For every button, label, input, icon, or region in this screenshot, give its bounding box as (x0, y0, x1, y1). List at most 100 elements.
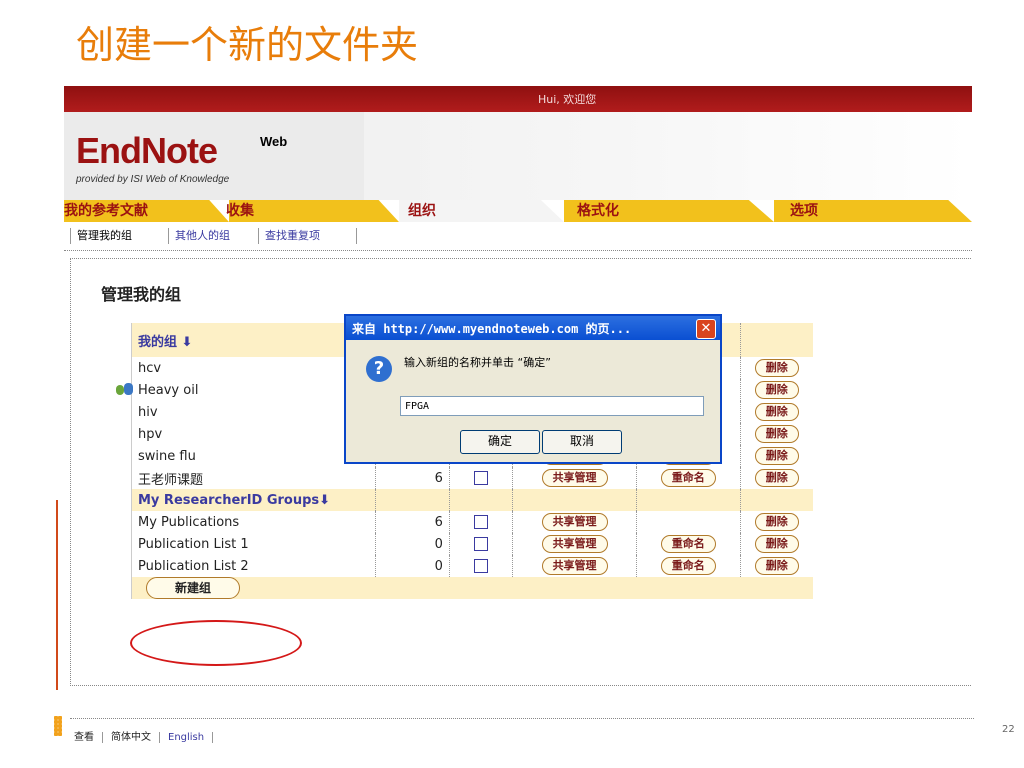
logo-ornament-icon (54, 716, 62, 736)
group-name: hpv (138, 426, 163, 442)
group-name-cell[interactable]: My Publications (130, 511, 376, 533)
new-group-button[interactable]: 新建组 (146, 577, 241, 599)
footer-lang-english[interactable]: English (159, 732, 213, 743)
delete-cell: 删除 (739, 445, 813, 467)
slide-title: 创建一个新的文件夹 (76, 23, 419, 67)
close-icon[interactable]: ✕ (696, 319, 716, 339)
subtabs: 管理我的组 其他人的组 查找重复项 (64, 222, 972, 251)
researcher-groups-body: My Publications 6 共享管理 删除 Publication List 1… (130, 511, 813, 577)
checkbox-cell (448, 511, 513, 533)
rename-cell: 重命名 (635, 555, 741, 577)
prompt-dialog: 来自 http://www.myendnoteweb.com 的页... ✕ ?… (344, 314, 722, 464)
delete-button[interactable]: 删除 (754, 535, 799, 553)
tab-format[interactable]: 格式化 (577, 200, 619, 222)
researcher-section-row: My ResearcherID Groups⬇ (130, 489, 813, 511)
footer: 查看 简体中文 English (70, 728, 230, 743)
main-tabs: 我的参考文献 收集 组织 格式化 选项 (64, 200, 972, 222)
share-manage-button[interactable]: 共享管理 (541, 557, 608, 575)
share-manage-button[interactable]: 共享管理 (541, 513, 608, 531)
delete-button[interactable]: 删除 (754, 513, 799, 531)
group-name-input[interactable] (400, 396, 704, 416)
delete-cell: 删除 (739, 533, 813, 555)
delete-button[interactable]: 删除 (754, 381, 799, 399)
rename-button[interactable]: 重命名 (660, 557, 716, 575)
delete-cell: 删除 (739, 511, 813, 533)
group-name: Publication List 1 (138, 536, 249, 552)
rename-button[interactable]: 重命名 (660, 535, 716, 553)
subtab-others-groups[interactable]: 其他人的组 (168, 228, 236, 244)
group-count: 6 (375, 511, 450, 533)
sort-arrow-icon: ⬇ (177, 334, 193, 350)
share-manage-button[interactable]: 共享管理 (541, 535, 608, 553)
logo-suffix: Web (260, 134, 288, 149)
dialog-titlebar[interactable]: 来自 http://www.myendnoteweb.com 的页... ✕ (346, 316, 720, 340)
group-count: 0 (375, 555, 450, 577)
table-row: 王老师课题 6 共享管理 重命名 删除 (130, 467, 813, 489)
endnote-logo[interactable]: EndNote Web provided by ISI Web of Knowl… (64, 112, 364, 200)
share-cell: 共享管理 (512, 511, 637, 533)
group-checkbox[interactable] (474, 559, 489, 573)
table-row: Publication List 2 0 共享管理 重命名 删除 (130, 555, 813, 577)
researcher-groups-header[interactable]: My ResearcherID Groups⬇ (130, 489, 376, 511)
delete-button[interactable]: 删除 (754, 447, 799, 465)
footer-view-label: 查看 (74, 732, 94, 743)
group-name-cell[interactable]: hiv (130, 401, 376, 423)
shared-group-icon (116, 383, 134, 397)
group-name-cell[interactable]: hpv (130, 423, 376, 445)
group-name: swine flu (138, 448, 196, 464)
footer-divider (70, 718, 974, 719)
group-count: 0 (375, 533, 450, 555)
delete-cell: 删除 (739, 401, 813, 423)
checkbox-cell (448, 533, 513, 555)
share-manage-button[interactable]: 共享管理 (541, 469, 608, 487)
top-bar: Hui, 欢迎您 (64, 86, 972, 112)
delete-button[interactable]: 删除 (754, 359, 799, 377)
group-name-cell[interactable]: 王老师课题 (130, 467, 376, 489)
logo-wordmark: EndNote (76, 130, 218, 171)
delete-cell: 删除 (739, 379, 813, 401)
group-name-cell[interactable]: Publication List 2 (130, 555, 376, 577)
group-name: 王老师课题 (138, 472, 204, 488)
page-number: 22 (1002, 724, 1015, 735)
tab-organize[interactable]: 组织 (408, 200, 436, 222)
section-cell (448, 489, 513, 511)
group-name-cell[interactable]: Publication List 1 (130, 533, 376, 555)
group-checkbox[interactable] (474, 537, 489, 551)
group-name-cell[interactable]: Heavy oil (116, 379, 376, 401)
delete-cell: 删除 (739, 423, 813, 445)
section-cell (375, 489, 450, 511)
share-cell: 共享管理 (512, 467, 637, 489)
page-title: 管理我的组 (101, 285, 182, 304)
delete-button[interactable]: 删除 (754, 403, 799, 421)
section-cell (635, 489, 741, 511)
footer-end-divider (212, 732, 230, 743)
delete-button[interactable]: 删除 (754, 469, 799, 487)
section-cell (512, 489, 637, 511)
tab-collect[interactable]: 收集 (226, 200, 254, 222)
group-name-cell[interactable]: hcv (130, 357, 376, 379)
subtab-manage-my-groups[interactable]: 管理我的组 (70, 228, 138, 244)
table-row: My Publications 6 共享管理 删除 (130, 511, 813, 533)
footer-lang-chinese[interactable]: 简体中文 (102, 732, 159, 743)
sort-arrow-icon: ⬇ (319, 492, 331, 508)
rename-cell: 重命名 (635, 533, 741, 555)
group-name: Heavy oil (138, 382, 199, 398)
tab-my-references[interactable]: 我的参考文献 (64, 200, 148, 222)
my-groups-header[interactable]: 我的组 ⬇ (130, 323, 376, 357)
rename-button[interactable]: 重命名 (660, 469, 716, 487)
group-name: Publication List 2 (138, 558, 249, 574)
tab-options[interactable]: 选项 (790, 200, 818, 222)
group-name-cell[interactable]: swine flu (130, 445, 376, 467)
logo-tagline: provided by ISI Web of Knowledge (76, 174, 230, 185)
group-checkbox[interactable] (474, 515, 489, 529)
section-cell (739, 489, 813, 511)
subtab-find-duplicates[interactable]: 查找重复项 (258, 228, 326, 244)
highlight-ellipse (130, 620, 302, 666)
ok-button[interactable]: 确定 (460, 430, 540, 454)
group-checkbox[interactable] (474, 471, 489, 485)
dialog-title: 来自 http://www.myendnoteweb.com 的页... (352, 322, 632, 336)
group-name: hcv (138, 360, 162, 376)
delete-button[interactable]: 删除 (754, 425, 799, 443)
delete-button[interactable]: 删除 (754, 557, 799, 575)
cancel-button[interactable]: 取消 (542, 430, 622, 454)
